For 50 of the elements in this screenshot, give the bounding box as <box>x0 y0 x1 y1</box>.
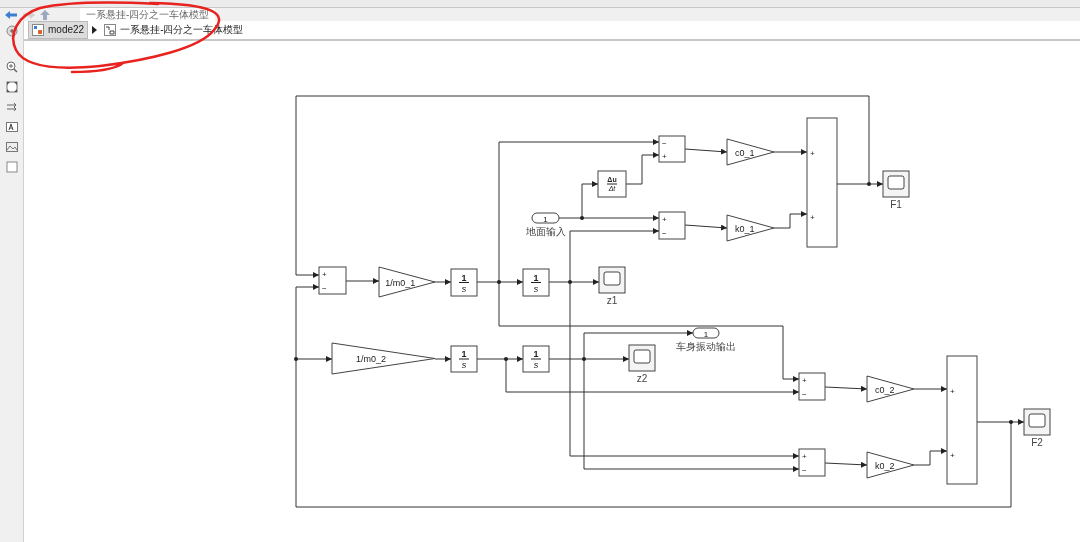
scope-block <box>1023 408 1051 436</box>
sum-block: + + <box>946 355 978 485</box>
model-tab[interactable]: 一系悬挂-四分之一车体模型 <box>80 8 216 21</box>
block-label: F1 <box>890 199 902 210</box>
subsystem-icon[interactable] <box>104 24 117 36</box>
sum-block: + − <box>318 266 347 295</box>
scope-block <box>598 266 626 294</box>
junction-dot <box>582 357 586 361</box>
junction-dot <box>1009 420 1013 424</box>
block-label: z2 <box>636 373 648 384</box>
zoom-icon[interactable] <box>5 61 18 73</box>
block-label: 地面输入 <box>525 226 566 237</box>
junction-dot <box>568 280 572 284</box>
inport-block: 1 <box>531 212 560 224</box>
junction-dot <box>580 216 584 220</box>
integrator-block: 1 s <box>522 268 550 297</box>
junction-dot <box>497 280 501 284</box>
integrator-block: 1 s <box>522 345 550 373</box>
gain-block: k0_2 <box>866 451 915 479</box>
gain-block: c0_2 <box>866 375 915 403</box>
gain-block: k0_1 <box>726 214 775 242</box>
gain-block: 1/m0_1 <box>378 266 436 298</box>
sum-block: + + <box>806 117 838 248</box>
integrator-block: 1 s <box>450 268 478 297</box>
junction-dot <box>294 357 298 361</box>
sum-block: + − <box>798 372 826 401</box>
up-arrow-icon[interactable] <box>40 9 50 20</box>
scope-block <box>628 344 656 372</box>
junction-dot <box>504 357 508 361</box>
integrator-block: 1 s <box>450 345 478 373</box>
gain-block: 1/m0_2 <box>331 342 436 375</box>
arrows-icon[interactable] <box>5 101 18 113</box>
outport-block: 1 <box>692 327 720 339</box>
rectangle-icon[interactable] <box>5 161 18 173</box>
gain-block: c0_1 <box>726 138 775 166</box>
sum-block: − + <box>658 135 686 163</box>
image-icon[interactable] <box>5 141 18 153</box>
junction-dot <box>867 182 871 186</box>
block-label: z1 <box>606 295 618 306</box>
separator-arrow-icon <box>92 26 98 34</box>
model-icon[interactable] <box>32 24 44 36</box>
block-label: F2 <box>1031 437 1043 448</box>
scope-block <box>882 170 910 198</box>
hide-show-icon[interactable] <box>5 25 18 37</box>
block-label: 车身振动输出 <box>676 341 736 352</box>
back-arrow-icon[interactable] <box>4 9 18 20</box>
fit-view-icon[interactable] <box>5 81 18 93</box>
text-box-icon[interactable] <box>5 121 18 133</box>
sum-block: + − <box>798 448 826 477</box>
sum-block: + − <box>658 211 686 240</box>
